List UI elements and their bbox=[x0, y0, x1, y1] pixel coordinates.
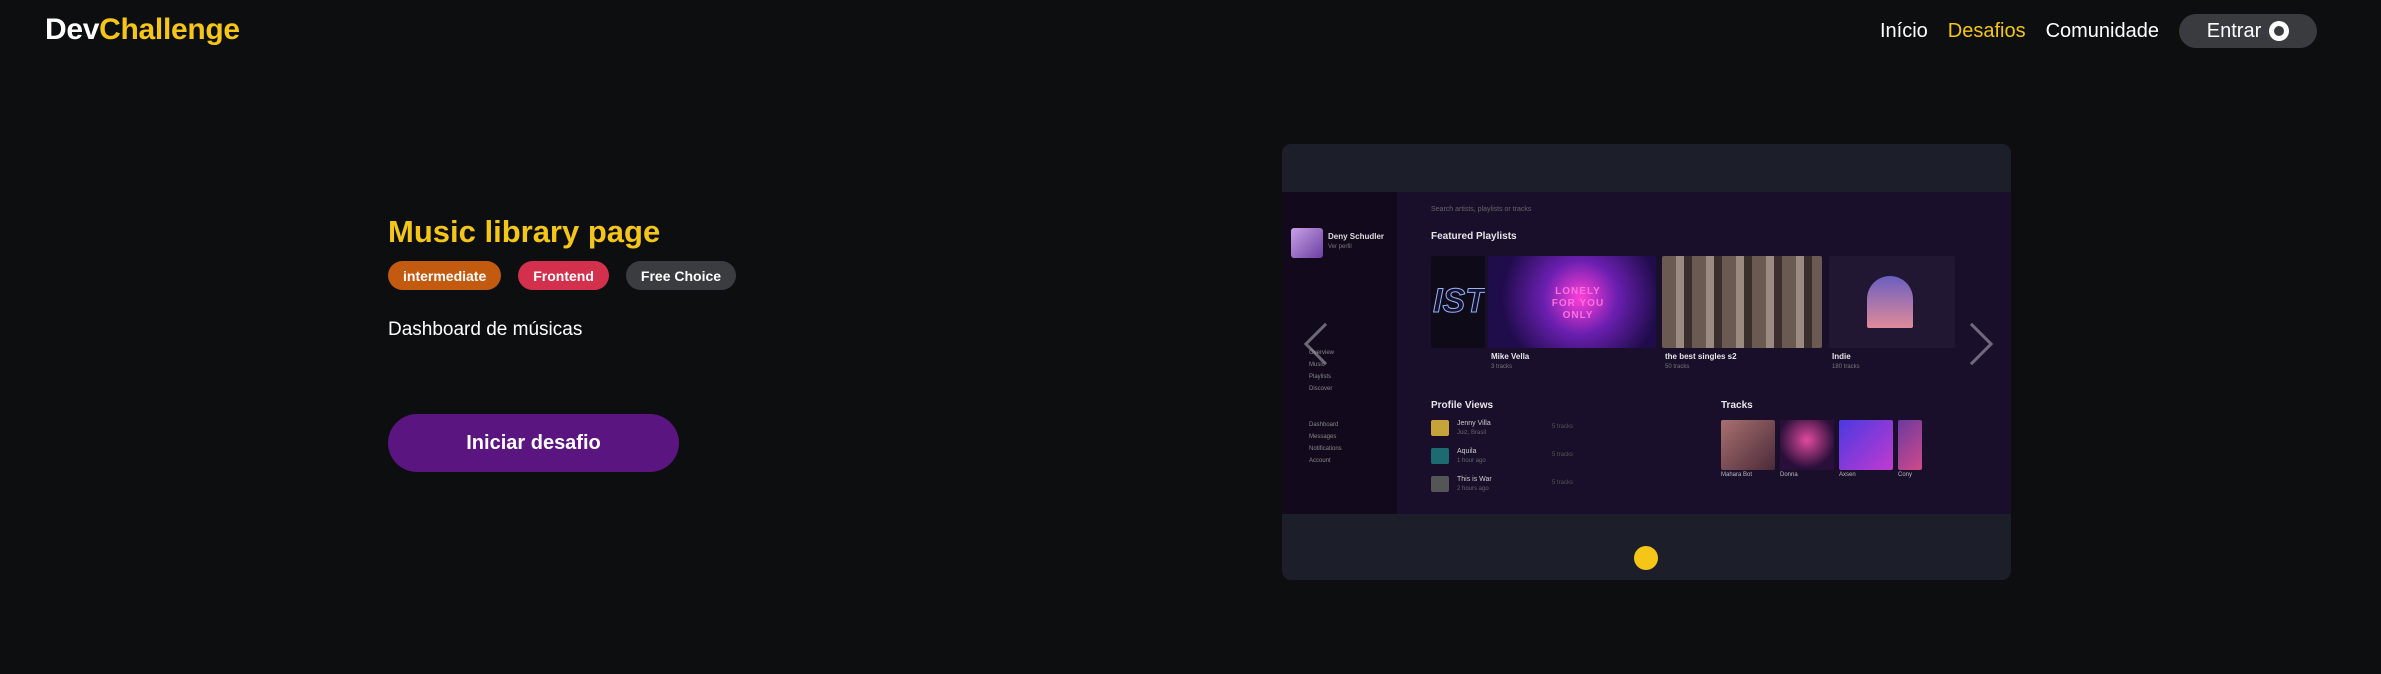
preview-main: Search artists, playlists or tracks Feat… bbox=[1397, 192, 2011, 514]
preview-avatar bbox=[1291, 228, 1323, 258]
nav-challenges-link[interactable]: Desafios bbox=[1948, 20, 2026, 43]
preview-featured-title: Featured Playlists bbox=[1431, 231, 1517, 242]
preview-track-art bbox=[1839, 420, 1893, 470]
preview-row-thumb bbox=[1431, 476, 1449, 492]
preview-playlist-sub: 3 tracks bbox=[1491, 364, 1513, 370]
login-button[interactable]: Entrar bbox=[2179, 14, 2317, 48]
area-tag: Frontend bbox=[518, 261, 609, 290]
preview-playlist-sub: 50 tracks bbox=[1665, 364, 1690, 370]
preview-row-sub: Juiz, Brasil bbox=[1457, 430, 1487, 436]
logo-dev: Dev bbox=[45, 13, 100, 46]
preview-carousel: Deny Schudler Ver perfil Overview Music … bbox=[1282, 144, 2011, 580]
preview-menu-item: Discover bbox=[1309, 386, 1333, 392]
preview-playlist-name: Mike Vella bbox=[1491, 352, 1530, 361]
challenge-description: Dashboard de músicas bbox=[388, 319, 583, 340]
preview-row-sub: 1 hour ago bbox=[1457, 458, 1486, 464]
main-nav: Início Desafios Comunidade Entrar bbox=[1880, 13, 2317, 49]
preview-row-thumb bbox=[1431, 448, 1449, 464]
preview-user-name: Deny Schudler bbox=[1328, 232, 1385, 241]
preview-menu-item: Dashboard bbox=[1309, 422, 1339, 428]
top-header: DevChallenge Início Desafios Comunidade … bbox=[0, 0, 2381, 62]
preview-row-name: Aquila bbox=[1457, 448, 1477, 455]
preview-track-label: Mahara Bot bbox=[1721, 472, 1753, 478]
preview-row-name: Jenny Villa bbox=[1457, 420, 1491, 427]
preview-track-art bbox=[1898, 420, 1922, 470]
logo-challenge: Challenge bbox=[99, 13, 240, 46]
preview-playlist-sub: 180 tracks bbox=[1832, 364, 1860, 370]
preview-search: Search artists, playlists or tracks bbox=[1431, 206, 1532, 213]
preview-track-label: Donna bbox=[1780, 472, 1798, 478]
preview-row-value: 5 tracks bbox=[1552, 452, 1574, 458]
preview-indie-art bbox=[1867, 276, 1913, 328]
preview-tile-records bbox=[1662, 256, 1822, 348]
preview-user-sub: Ver perfil bbox=[1328, 244, 1352, 250]
preview-row-name: This is War bbox=[1457, 476, 1492, 483]
preview-menu-item: Messages bbox=[1309, 434, 1337, 440]
preview-tile-ist-text: IST bbox=[1433, 282, 1485, 321]
preview-menu-item: Playlists bbox=[1309, 374, 1332, 380]
nav-community-link[interactable]: Comunidade bbox=[2046, 20, 2159, 43]
preview-tile-lonely: LONELY FOR YOU ONLY bbox=[1488, 256, 1656, 348]
challenge-title: Music library page bbox=[388, 214, 661, 249]
login-label: Entrar bbox=[2206, 19, 2262, 42]
preview-playlist-name: the best singles s2 bbox=[1665, 352, 1737, 361]
preview-tile-ist: IST bbox=[1431, 256, 1485, 348]
preview-row-thumb bbox=[1431, 420, 1449, 436]
preview-playlist-name: Indie bbox=[1832, 352, 1851, 361]
level-tag: intermediate bbox=[388, 261, 502, 290]
preview-tracks-title: Tracks bbox=[1721, 400, 1753, 411]
preview-track-art bbox=[1780, 420, 1834, 470]
preview-tile-indie bbox=[1829, 256, 1955, 348]
preview-sidebar: Deny Schudler Ver perfil Overview Music … bbox=[1282, 192, 1397, 514]
choice-tag: Free Choice bbox=[625, 261, 737, 290]
preview-neon-text: LONELY FOR YOU ONLY bbox=[1551, 286, 1605, 321]
preview-profile-views-title: Profile Views bbox=[1431, 400, 1494, 411]
start-challenge-button[interactable]: Iniciar desafio bbox=[388, 414, 679, 472]
github-icon bbox=[2269, 21, 2290, 41]
preview-menu-item: Notifications bbox=[1309, 446, 1342, 452]
preview-row-value: 5 tracks bbox=[1552, 424, 1574, 430]
challenge-tags: intermediate Frontend Free Choice bbox=[388, 261, 737, 290]
preview-track-art bbox=[1721, 420, 1775, 470]
preview-track-label: Axsen bbox=[1839, 472, 1856, 478]
preview-track-label: Cony bbox=[1898, 472, 1913, 478]
site-logo[interactable]: DevChallenge bbox=[45, 13, 240, 47]
preview-row-sub: 2 hours ago bbox=[1457, 486, 1489, 492]
nav-home-link[interactable]: Início bbox=[1880, 20, 1928, 43]
preview-menu-item: Account bbox=[1309, 458, 1331, 464]
preview-slide-image: Deny Schudler Ver perfil Overview Music … bbox=[1282, 192, 2011, 514]
preview-row-value: 5 tracks bbox=[1552, 480, 1574, 486]
carousel-dot-active[interactable] bbox=[1634, 546, 1658, 570]
